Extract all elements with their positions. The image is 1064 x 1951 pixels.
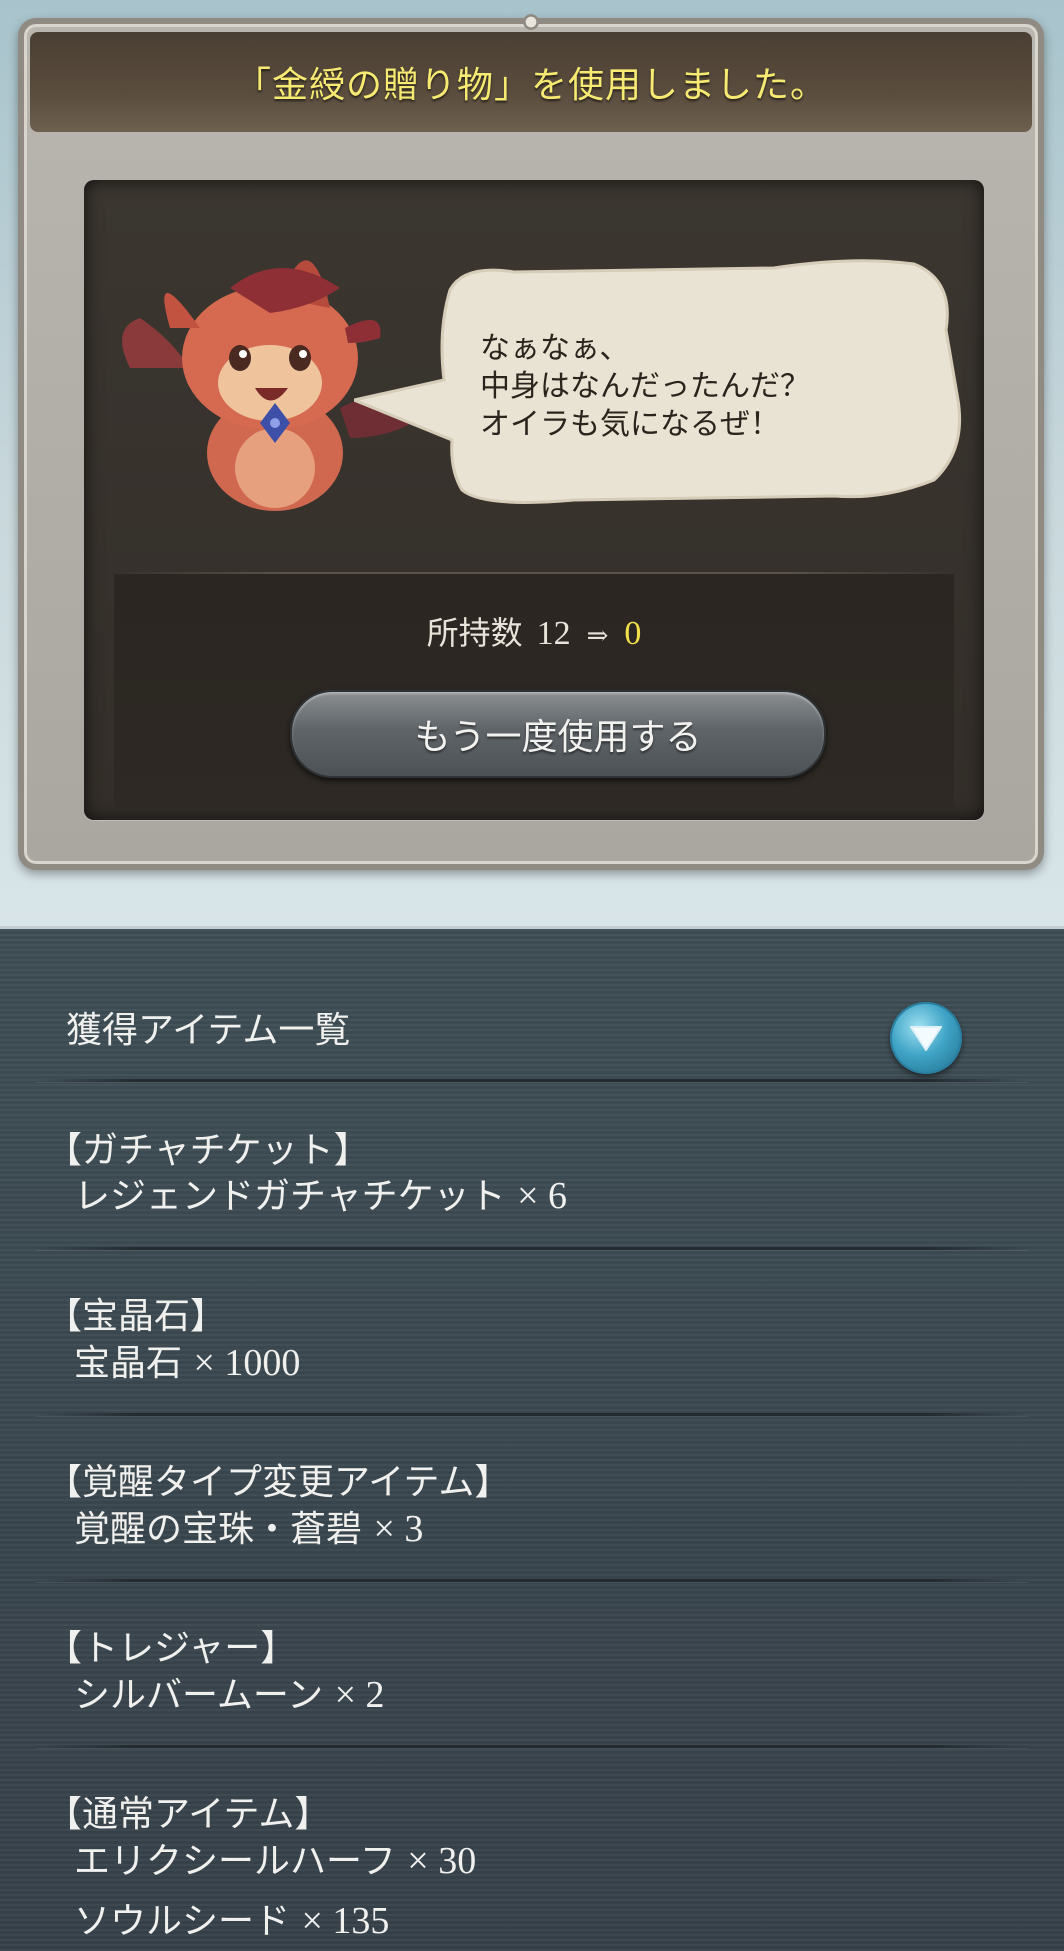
obtained-items-section: 獲得アイテム一覧 【ガチャチケット】 レジェンドガチャチケット × 6 【宝晶石… <box>0 926 1064 1951</box>
arrow-icon: ⇒ <box>586 621 609 650</box>
row-divider <box>36 1413 1028 1416</box>
collapse-toggle-button[interactable] <box>890 1002 962 1074</box>
bubble-text: なぁなぁ、 中身はなんだったんだ？ オイラも気になるぜ！ <box>480 330 900 444</box>
item-name: 覚醒の宝珠・蒼碧 <box>74 1509 363 1550</box>
list-title: 獲得アイテム一覧 <box>66 1010 351 1051</box>
category-label: 【通常アイテム】 <box>46 1794 331 1835</box>
item-name: シルバームーン <box>74 1675 324 1716</box>
item-quantity: × 3 <box>373 1508 424 1550</box>
item-quantity: × 2 <box>334 1674 385 1716</box>
item-count-row: 所持数 12 ⇒ 0 <box>84 608 984 654</box>
category-label: 【覚醒タイプ変更アイテム】 <box>46 1462 511 1503</box>
item-name: 宝晶石 <box>74 1343 183 1384</box>
list-item: シルバームーン × 2 <box>74 1666 385 1718</box>
item-name: ソウルシード <box>74 1901 291 1942</box>
row-divider <box>36 1745 1028 1748</box>
item-quantity: × 1000 <box>193 1342 301 1384</box>
list-item: 宝晶石 × 1000 <box>74 1334 300 1386</box>
message-panel: なぁなぁ、 中身はなんだったんだ？ オイラも気になるぜ！ 所持数 12 ⇒ 0 もう一… <box>84 180 984 820</box>
list-item: レジェンドガチャチケット × 6 <box>74 1167 567 1219</box>
count-before: 12 <box>536 615 571 652</box>
use-again-button[interactable]: もう一度使用する <box>290 690 826 778</box>
item-name: エリクシールハーフ <box>74 1841 396 1882</box>
item-quantity: × 135 <box>301 1900 390 1942</box>
dialog-title: 「金綬の贈り物」を使用しました。 <box>234 65 827 106</box>
category-label: 【宝晶石】 <box>46 1296 227 1337</box>
frame-ornament <box>517 12 545 32</box>
bubble-line: オイラも気になるぜ！ <box>480 407 780 442</box>
dialog-header: 「金綬の贈り物」を使用しました。 <box>30 32 1032 132</box>
list-item: ソウルシード × 135 <box>74 1892 389 1944</box>
result-dialog: 「金綬の贈り物」を使用しました。 なぁなぁ、 中身はなんだったんだ？ オイラも気… <box>18 12 1044 870</box>
row-divider <box>36 1247 1028 1250</box>
bubble-line: 中身はなんだったんだ？ <box>480 369 810 404</box>
chevron-down-icon <box>910 1026 942 1051</box>
category-label: 【ガチャチケット】 <box>46 1130 370 1171</box>
list-header: 獲得アイテム一覧 <box>0 929 1064 1079</box>
list-item: 覚醒の宝珠・蒼碧 × 3 <box>74 1500 423 1552</box>
item-quantity: × 6 <box>517 1175 568 1217</box>
row-divider <box>36 1579 1028 1582</box>
count-label: 所持数 <box>426 614 523 652</box>
item-name: レジェンドガチャチケット <box>74 1176 506 1217</box>
bubble-line: なぁなぁ、 <box>480 331 630 366</box>
row-divider <box>36 1079 1028 1082</box>
category-label: 【トレジャー】 <box>46 1628 297 1669</box>
panel-divider <box>114 572 954 574</box>
count-after: 0 <box>624 615 642 652</box>
list-item: エリクシールハーフ × 30 <box>74 1832 476 1884</box>
item-quantity: × 30 <box>407 1840 477 1882</box>
